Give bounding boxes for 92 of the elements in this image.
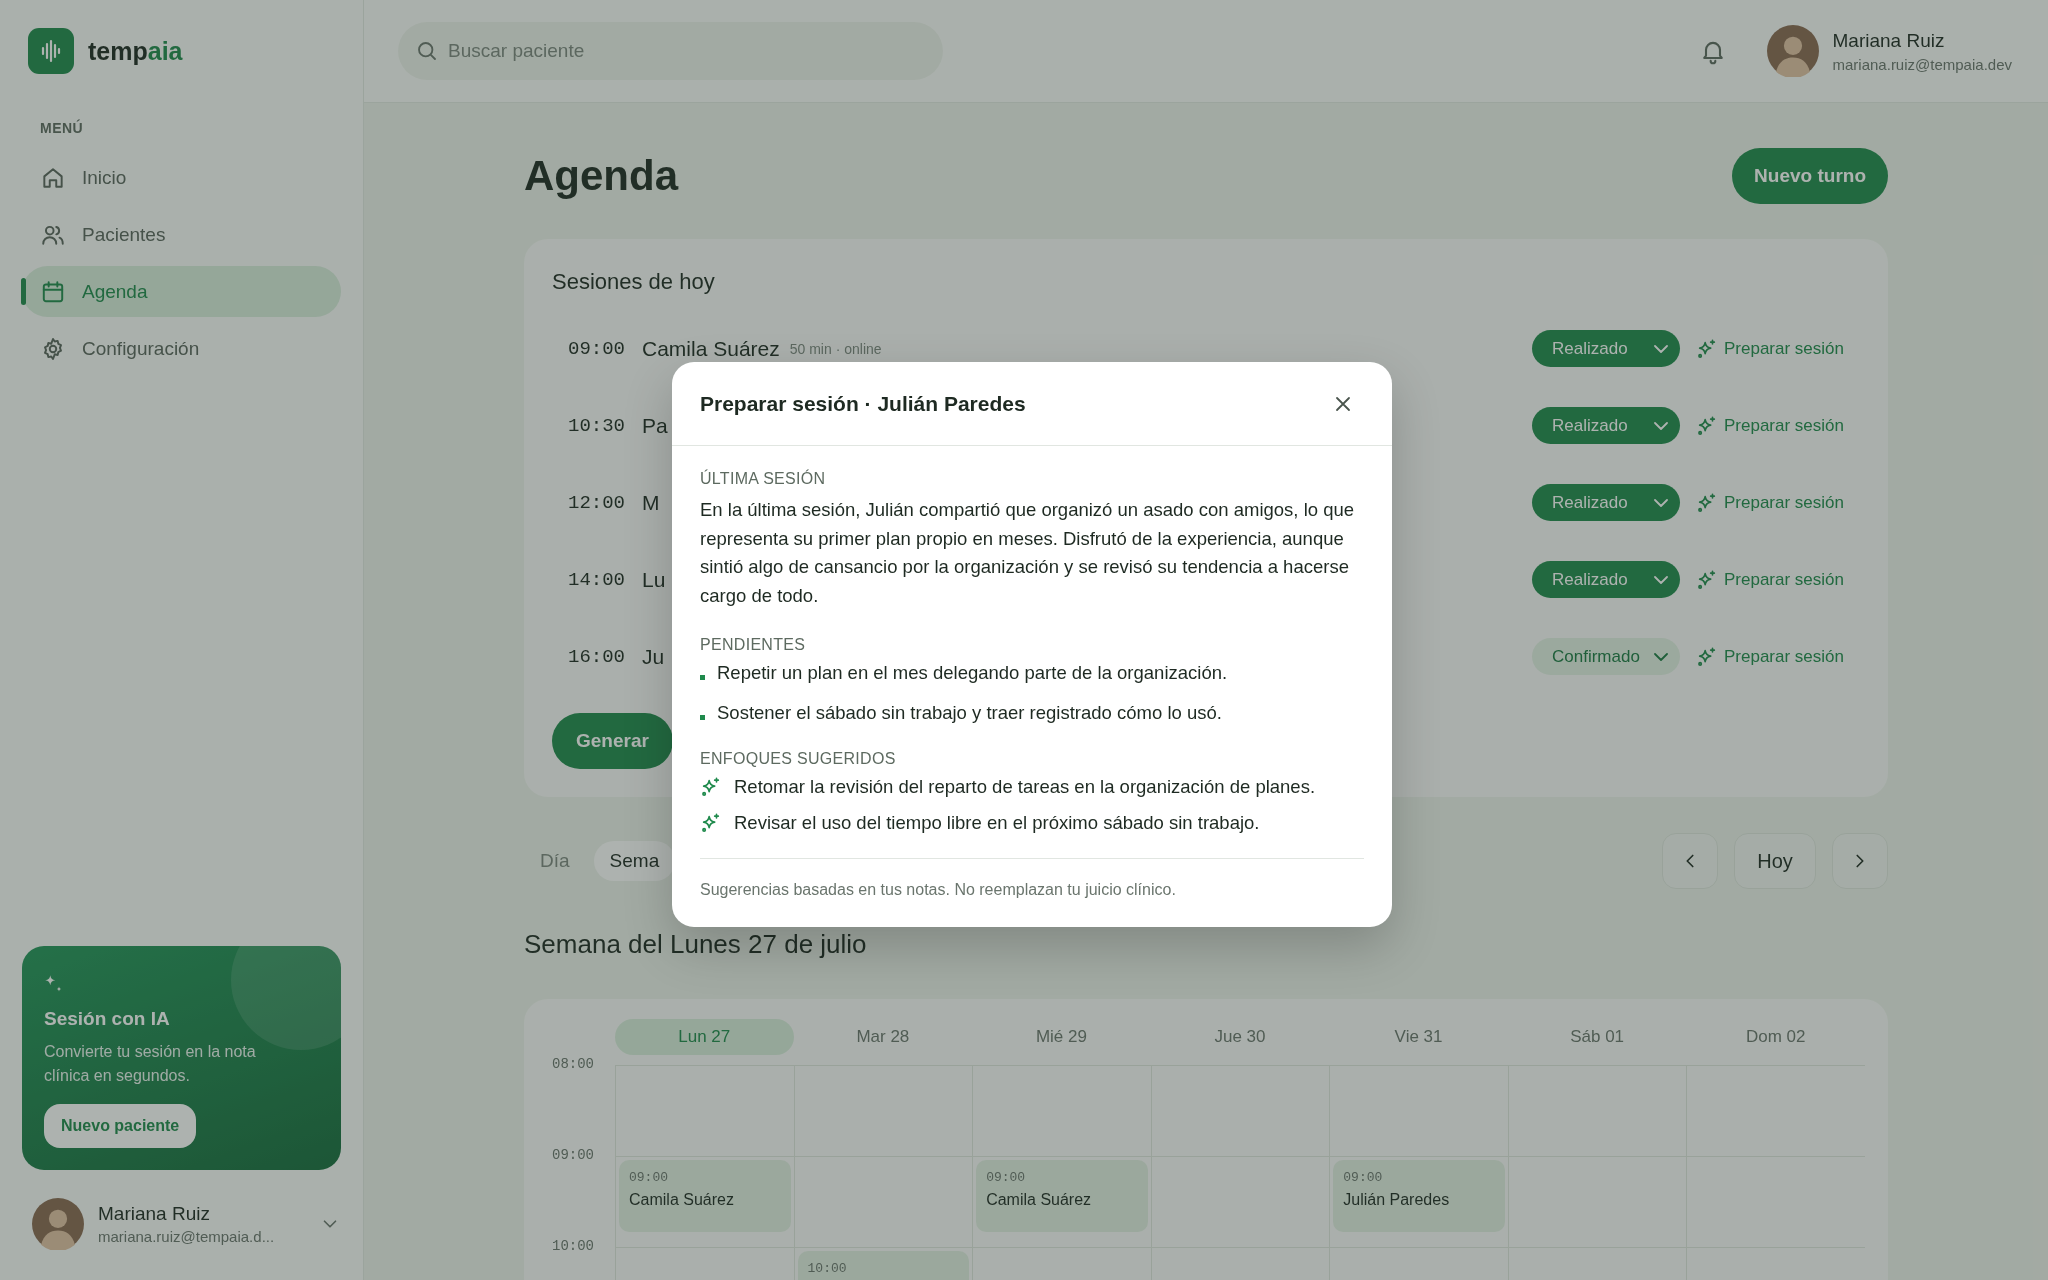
chevron-down-icon <box>1654 575 1668 584</box>
search-field[interactable]: Buscar paciente <box>398 22 943 80</box>
today-button[interactable]: Hoy <box>1734 833 1816 889</box>
day-header[interactable]: Mar 28 <box>793 1019 973 1055</box>
disclaimer-text: Sugerencias basadas en tus notas. No reemplazan tu juicio clínico. <box>700 858 1364 899</box>
prepare-session-link[interactable]: Preparar sesión <box>1696 491 1844 514</box>
menu-heading: MENÚ <box>40 120 85 136</box>
hour-label: 09:00 <box>552 1147 594 1163</box>
sidebar-item[interactable]: Agenda <box>22 266 341 317</box>
session-time: 12:00 <box>568 491 625 514</box>
sparkle-icon <box>1696 491 1718 514</box>
calendar-event[interactable]: 09:00 Julián Paredes <box>1333 1160 1505 1232</box>
event-time: 09:00 <box>986 1170 1027 1185</box>
calendar-event[interactable]: 09:00 Camila Suárez <box>976 1160 1148 1232</box>
suggestion-item: Revisar el uso del tiempo libre en el próximo sábado sin trabajo. <box>734 812 1260 834</box>
sidebar-item[interactable]: Pacientes <box>22 209 341 260</box>
page-title: Agenda <box>524 152 678 200</box>
hour-label: 08:00 <box>552 1056 594 1072</box>
hour-label: 10:00 <box>552 1238 594 1254</box>
prepare-session-link[interactable]: Preparar sesión <box>1696 414 1844 437</box>
day-header[interactable]: Dom 02 <box>1686 1019 1865 1055</box>
avatar <box>1766 25 1819 77</box>
suggestion-item: Retomar la revisión del reparto de tareas en la organización de planes. <box>734 776 1316 798</box>
calendar-icon <box>40 278 66 305</box>
session-details: 50 min · online <box>789 340 882 357</box>
promo-title: Sesión con IA <box>44 1008 170 1030</box>
pending-item: Sostener el sábado sin trabajo y traer registrado cómo lo usó. <box>717 702 1222 724</box>
section-heading: ÚLTIMA SESIÓN <box>700 470 827 488</box>
bullet-icon <box>700 674 705 680</box>
user-email: mariana.ruiz@tempaia.d... <box>98 1228 276 1245</box>
chevron-down-icon <box>1654 344 1668 353</box>
day-header[interactable]: Jue 30 <box>1150 1019 1330 1055</box>
session-time: 14:00 <box>568 568 625 591</box>
sidebar-item[interactable]: Inicio <box>22 152 341 203</box>
generate-button[interactable]: Generar <box>552 713 673 769</box>
user-name: Mariana Ruiz <box>98 1203 211 1225</box>
section-heading: PENDIENTES <box>700 636 807 654</box>
patient-name: M <box>642 490 660 515</box>
patient-name: Camila Suárez <box>642 336 780 361</box>
sparkle-icon <box>700 776 722 798</box>
event-time: 10:00 <box>807 1261 848 1276</box>
status-dropdown[interactable]: Confirmado <box>1532 638 1680 675</box>
status-dropdown[interactable]: Realizado <box>1532 407 1680 444</box>
day-header[interactable]: Mié 29 <box>972 1019 1151 1055</box>
day-header[interactable]: Vie 31 <box>1329 1019 1508 1055</box>
session-time: 10:30 <box>568 414 625 437</box>
sparkle-icon <box>1696 414 1718 437</box>
sparkle-icon <box>1696 568 1718 591</box>
sparkle-icon <box>1696 337 1718 360</box>
event-patient: Julián Paredes <box>1343 1191 1451 1209</box>
calendar-event[interactable]: 09:00 Camila Suárez <box>619 1160 791 1232</box>
section-heading: ENFOQUES SUGERIDOS <box>700 750 897 768</box>
card-title: Sesiones de hoy <box>552 268 716 296</box>
sparkle-icon <box>1696 645 1718 668</box>
patient-name: Pa <box>642 413 668 438</box>
dialog-title: Preparar sesión · Julián Paredes <box>700 391 1026 416</box>
chevron-down-icon <box>1654 498 1668 507</box>
chevron-down-icon <box>1654 421 1668 430</box>
status-dropdown[interactable]: Realizado <box>1532 484 1680 521</box>
pending-item: Repetir un plan en el mes delegando parte de la organización. <box>717 662 1228 684</box>
sidebar-item[interactable]: Configuración <box>22 323 341 374</box>
day-header[interactable]: Sáb 01 <box>1507 1019 1687 1055</box>
avatar <box>32 1198 84 1250</box>
week-title: Semana del Lunes 27 de julio <box>524 929 868 959</box>
day-header[interactable]: Lun 27 <box>615 1019 794 1055</box>
view-tab[interactable]: Día <box>524 841 586 881</box>
brand-name: tempaia <box>88 36 183 66</box>
status-dropdown[interactable]: Realizado <box>1532 561 1680 598</box>
chevron-down-icon <box>1654 652 1668 661</box>
event-patient: Camila Suárez <box>629 1191 735 1209</box>
new-patient-button[interactable]: Nuevo paciente <box>44 1104 197 1148</box>
patient-name: Lu <box>642 567 666 592</box>
user-name: Mariana Ruiz <box>1832 29 1946 52</box>
search-icon <box>418 42 436 60</box>
promo-text: Convierte tu sesión en la nota clínica en segundos. <box>44 1042 257 1086</box>
prepare-session-link[interactable]: Preparar sesión <box>1696 645 1844 668</box>
event-time: 09:00 <box>629 1170 669 1185</box>
prepare-session-link[interactable]: Preparar sesión <box>1696 337 1844 360</box>
session-time: 16:00 <box>568 645 625 668</box>
event-patient: Camila Suárez <box>986 1191 1093 1209</box>
event-time: 09:00 <box>1343 1170 1384 1185</box>
calendar-event[interactable]: 10:00 <box>797 1251 970 1280</box>
patient-name: Ju <box>642 644 665 669</box>
status-dropdown[interactable]: Realizado <box>1532 330 1680 367</box>
prepare-session-link[interactable]: Preparar sesión <box>1696 568 1844 591</box>
sparkle-icon <box>700 812 722 834</box>
bullet-icon <box>700 714 705 720</box>
new-appointment-button[interactable]: Nuevo turno <box>1732 148 1888 204</box>
logo-icon <box>28 28 74 74</box>
user-email: mariana.ruiz@tempaia.dev <box>1832 55 2012 73</box>
summary-text: En la última sesión, Julián compartió que organizó un asado con amigos, lo que representa su primer plan propio en meses. Disfrutó de la experiencia, aunque sintió algo de cansancio por la organización y se revisó su tendencia a hacerse cargo de todo. <box>700 498 1356 608</box>
session-time: 09:00 <box>568 337 625 360</box>
